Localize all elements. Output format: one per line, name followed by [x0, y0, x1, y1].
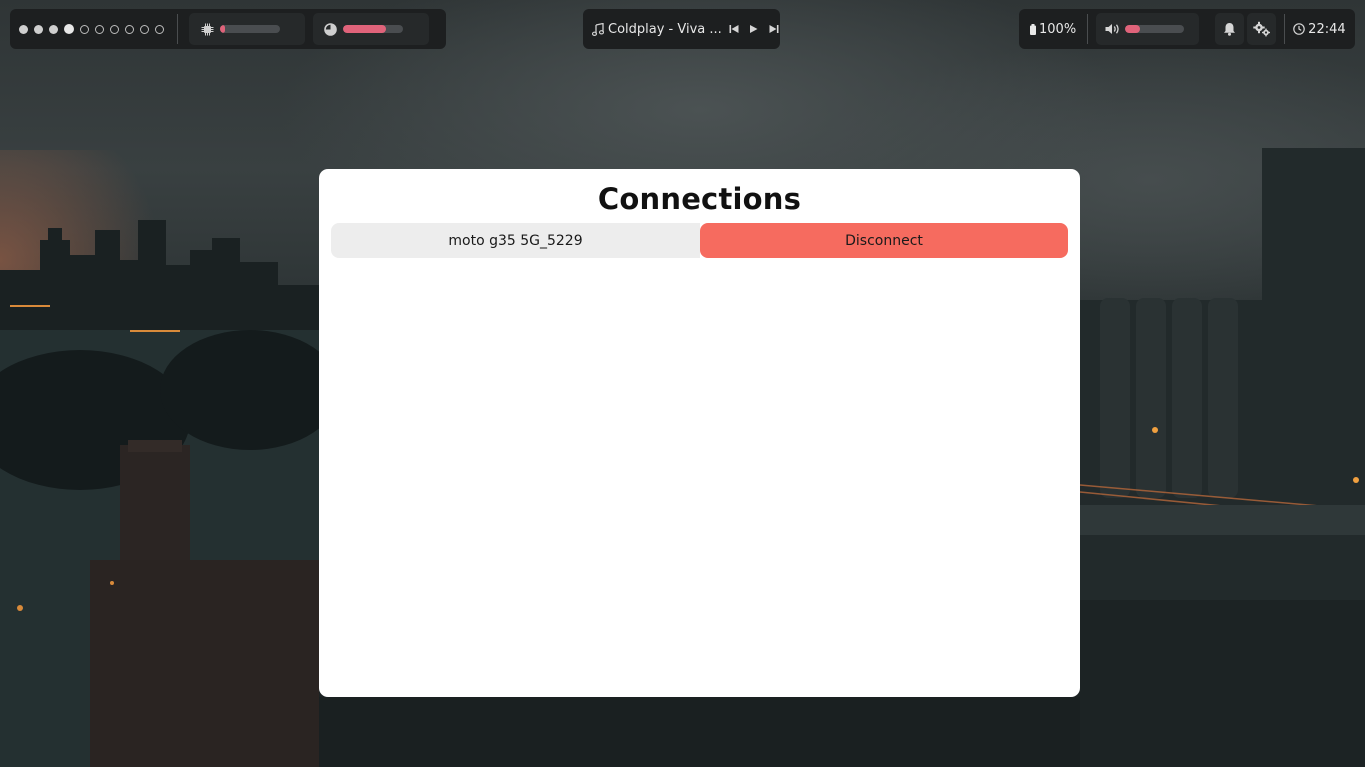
workspace-indicator-3[interactable]	[49, 24, 58, 34]
workspace-indicator-10[interactable]	[155, 24, 164, 34]
connected-device-name: moto g35 5G_5229	[331, 223, 700, 258]
cpu-module[interactable]	[189, 13, 305, 45]
workspace-indicator-2[interactable]	[34, 24, 43, 34]
cpu-icon	[201, 23, 214, 36]
bell-icon	[1223, 22, 1236, 36]
battery-level[interactable]: 100%	[1039, 22, 1076, 37]
volume-slider[interactable]	[1125, 25, 1185, 33]
memory-usage-fill	[343, 25, 387, 33]
workspace-indicator-4[interactable]	[64, 24, 74, 34]
volume-module[interactable]	[1096, 13, 1200, 45]
memory-icon	[324, 22, 337, 36]
bar-separator	[177, 14, 178, 44]
skip-previous-icon[interactable]	[729, 24, 739, 34]
connections-dialog: Connections moto g35 5G_5229 Disconnect	[319, 169, 1080, 697]
memory-usage-meter	[343, 25, 403, 33]
connection-row: moto g35 5G_5229 Disconnect	[331, 223, 1068, 258]
workspace-indicator-1[interactable]	[19, 24, 28, 34]
top-bar-right: 100% 22:44	[1019, 9, 1355, 49]
settings-gears-icon	[1252, 21, 1271, 37]
clock-time[interactable]: 22:44	[1308, 22, 1345, 37]
notifications-button[interactable]	[1215, 13, 1245, 45]
workspace-indicator-7[interactable]	[110, 24, 119, 34]
workspace-indicator-5[interactable]	[80, 24, 89, 34]
workspace-indicator-8[interactable]	[125, 24, 134, 34]
workspace-indicator-9[interactable]	[140, 24, 149, 34]
battery-icon	[1030, 23, 1036, 35]
music-note-icon	[592, 22, 604, 36]
dialog-title: Connections	[597, 182, 802, 216]
bar-separator	[1284, 14, 1286, 44]
volume-level-fill	[1125, 25, 1140, 33]
memory-module[interactable]	[313, 13, 429, 45]
cpu-usage-meter	[220, 25, 280, 33]
disconnect-button[interactable]: Disconnect	[700, 223, 1068, 258]
workspace-indicator-6[interactable]	[95, 24, 104, 34]
media-player-bar: Coldplay - Viva ...	[583, 9, 780, 49]
bar-separator	[1087, 14, 1089, 44]
volume-icon	[1105, 23, 1121, 35]
settings-button[interactable]	[1247, 13, 1277, 45]
cpu-usage-fill	[220, 25, 225, 33]
top-bar-left	[10, 9, 446, 49]
play-icon[interactable]	[749, 24, 758, 34]
now-playing-title[interactable]: Coldplay - Viva ...	[608, 22, 722, 37]
skip-next-icon[interactable]	[769, 24, 779, 34]
clock-icon	[1293, 23, 1305, 35]
workspace-switcher	[19, 24, 164, 34]
